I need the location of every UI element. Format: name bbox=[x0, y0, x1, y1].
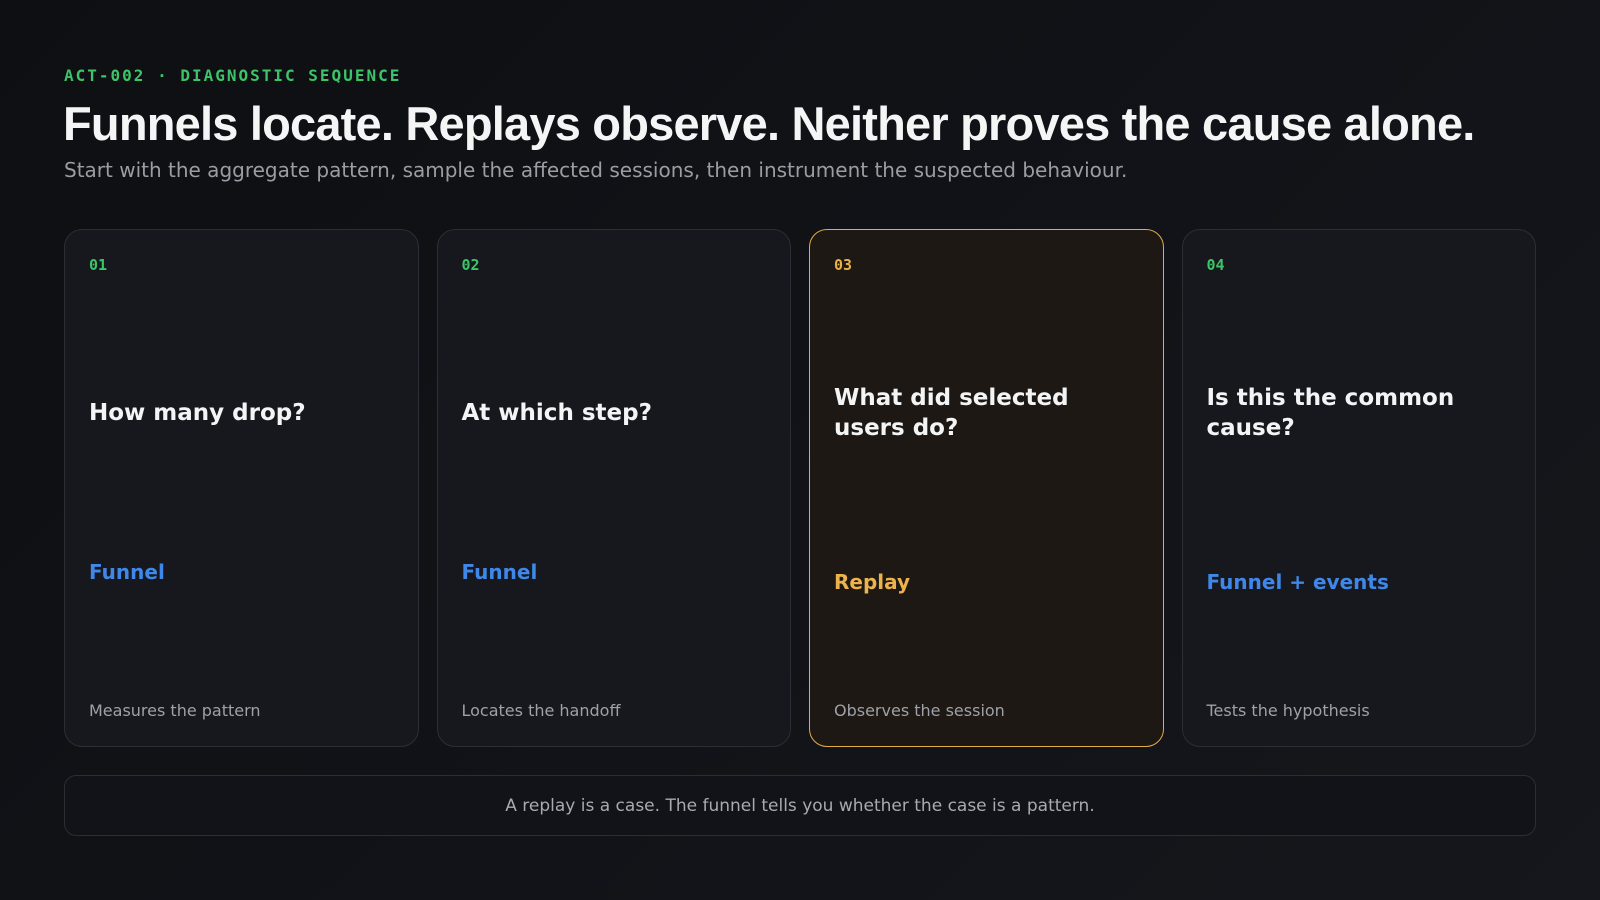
step-card-2: 02 At which step? Funnel Locates the han… bbox=[436, 229, 791, 747]
step-caption: Tests the hypothesis bbox=[1206, 701, 1370, 720]
step-caption: Observes the session bbox=[834, 701, 1005, 720]
footer-note: A replay is a case. The funnel tells you… bbox=[64, 775, 1536, 836]
step-card-1: 01 How many drop? Funnel Measures the pa… bbox=[64, 229, 419, 747]
step-method: Funnel bbox=[461, 560, 538, 584]
step-card-3: 03 What did selected users do? Replay Ob… bbox=[809, 229, 1164, 747]
step-question: How many drop? bbox=[89, 400, 306, 426]
page-subtitle: Start with the aggregate pattern, sample… bbox=[64, 158, 1128, 182]
step-question: At which step? bbox=[461, 400, 652, 426]
step-caption: Locates the handoff bbox=[461, 701, 621, 720]
step-card-4: 04 Is this the common cause? Funnel + ev… bbox=[1181, 229, 1536, 747]
step-caption: Measures the pattern bbox=[89, 701, 261, 720]
page-title: Funnels locate. Replays observe. Neither… bbox=[63, 97, 1475, 150]
card-row: 01 How many drop? Funnel Measures the pa… bbox=[64, 229, 1536, 747]
step-method: Replay bbox=[834, 570, 911, 594]
step-question: What did selected users do? bbox=[834, 385, 1069, 441]
eyebrow-label: ACT-002 · DIAGNOSTIC SEQUENCE bbox=[64, 66, 402, 85]
step-method: Funnel + events bbox=[1206, 570, 1389, 594]
step-method: Funnel bbox=[89, 560, 165, 584]
step-question: Is this the common cause? bbox=[1206, 385, 1455, 441]
